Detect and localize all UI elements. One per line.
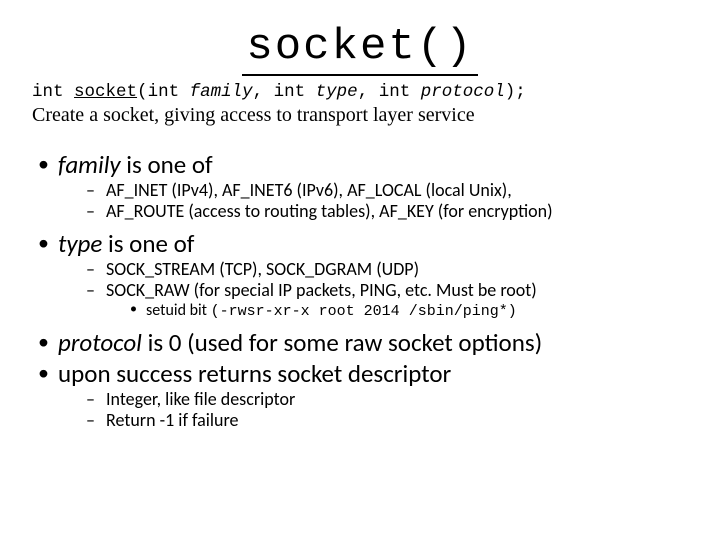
sub-sub-bullet: setuid bit (-rwsr-xr-x root 2014 /sbin/p… <box>128 301 688 321</box>
sub-bullet: Return -1 if failure <box>84 410 688 431</box>
slide-title: socket() <box>242 22 477 76</box>
sub-bullet: Integer, like file descriptor <box>84 389 688 410</box>
main-list: family is one of AF_INET (IPv4), AF_INET… <box>32 151 688 431</box>
sub-bullet: AF_INET (IPv4), AF_INET6 (IPv6), AF_LOCA… <box>84 180 688 201</box>
sub-bullet: SOCK_STREAM (TCP), SOCK_DGRAM (UDP) <box>84 259 688 280</box>
bullet-return: upon success returns socket descriptor I… <box>32 360 688 431</box>
sub-bullet: AF_ROUTE (access to routing tables), AF_… <box>84 201 688 222</box>
sub-bullet: SOCK_RAW (for special IP packets, PING, … <box>84 280 688 321</box>
function-description: Create a socket, giving access to transp… <box>32 104 688 127</box>
bullet-type: type is one of SOCK_STREAM (TCP), SOCK_D… <box>32 230 688 321</box>
function-signature: int socket(int family, int type, int pro… <box>32 82 688 102</box>
bullet-protocol: protocol is 0 (used for some raw socket … <box>32 329 688 358</box>
bullet-family: family is one of AF_INET (IPv4), AF_INET… <box>32 151 688 222</box>
